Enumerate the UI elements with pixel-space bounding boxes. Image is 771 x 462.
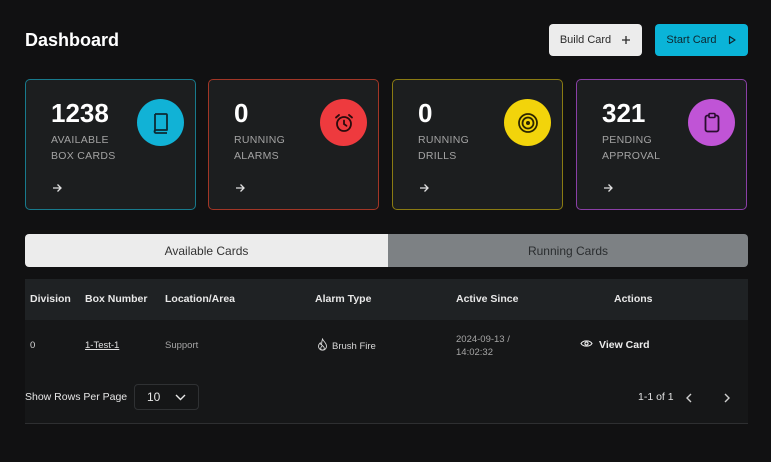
alarm-clock-icon: [320, 99, 367, 146]
stat-label-line2: APPROVAL: [602, 150, 661, 162]
flame-icon: [317, 337, 328, 354]
cell-active-since: 2024-09-13 / 14:02:32: [456, 333, 510, 359]
build-card-label: Build Card: [559, 34, 612, 46]
stat-card-available-box-cards[interactable]: 1238 AVAILABLE BOX CARDS: [25, 79, 196, 210]
stat-count: 0: [234, 98, 249, 128]
alarm-type-label: Brush Fire: [332, 340, 376, 352]
book-icon: [137, 99, 184, 146]
rows-per-page-label: Show Rows Per Page: [25, 391, 128, 403]
tab-running-cards[interactable]: Running Cards: [388, 234, 748, 267]
column-header-actions: Actions: [614, 293, 653, 305]
page-title: Dashboard: [25, 30, 120, 50]
plus-icon: [621, 35, 631, 45]
arrow-right-icon[interactable]: [418, 181, 430, 193]
stat-label-line2: DRILLS: [418, 150, 457, 162]
clipboard-icon: [688, 99, 735, 146]
column-header-location[interactable]: Location/Area: [165, 293, 235, 305]
stat-label-line2: ALARMS: [234, 150, 279, 162]
stat-label-line1: RUNNING: [234, 134, 286, 146]
build-card-button[interactable]: Build Card: [549, 24, 642, 56]
cell-division: 0: [30, 340, 36, 351]
stat-card-running-alarms[interactable]: 0 RUNNING ALARMS: [208, 79, 379, 210]
card-tabs: Available Cards Running Cards: [25, 234, 748, 267]
chevron-right-icon[interactable]: [721, 391, 733, 403]
stat-count: 0: [418, 98, 433, 128]
table-body: 0 1-Test-1 Support Brush Fire 2024-09-13…: [25, 320, 748, 424]
page-info: 1-1 of 1: [638, 391, 674, 403]
eye-icon: [580, 339, 593, 351]
cell-box-number-link[interactable]: 1-Test-1: [85, 340, 119, 351]
table-header: Division Box Number Location/Area Alarm …: [25, 279, 748, 320]
view-card-label: View Card: [599, 339, 650, 351]
active-since-date: 2024-09-13 /: [456, 334, 510, 345]
cell-alarm-type: Brush Fire: [317, 337, 376, 354]
stat-count: 1238: [51, 98, 109, 128]
column-header-division[interactable]: Division: [30, 293, 71, 305]
start-card-button[interactable]: Start Card: [655, 24, 748, 56]
tab-available-cards[interactable]: Available Cards: [25, 234, 388, 267]
column-header-alarm-type[interactable]: Alarm Type: [315, 293, 371, 305]
rows-per-page-select[interactable]: 10: [134, 384, 199, 410]
arrow-right-icon[interactable]: [51, 181, 63, 193]
stat-label-line1: RUNNING: [418, 134, 470, 146]
stat-label: RUNNING ALARMS: [234, 132, 324, 164]
cell-location: Support: [165, 340, 199, 351]
stat-card-pending-approval[interactable]: 321 PENDING APPROVAL: [576, 79, 747, 210]
chevron-down-icon: [175, 390, 186, 404]
column-header-box-number[interactable]: Box Number: [85, 293, 147, 305]
dashboard-page: Dashboard Build Card Start Card 1238 AVA…: [0, 0, 771, 462]
stat-label: RUNNING DRILLS: [418, 132, 508, 164]
stat-label-line1: PENDING: [602, 134, 652, 146]
active-since-time: 14:02:32: [456, 347, 493, 358]
stat-label-line1: AVAILABLE: [51, 134, 109, 146]
view-card-button[interactable]: View Card: [580, 339, 650, 351]
target-icon: [504, 99, 551, 146]
start-card-label: Start Card: [666, 34, 717, 46]
stat-label: PENDING APPROVAL: [602, 132, 692, 164]
stat-label: AVAILABLE BOX CARDS: [51, 132, 141, 164]
rows-per-page-value: 10: [147, 390, 161, 404]
arrow-right-icon[interactable]: [602, 181, 614, 193]
stat-label-line2: BOX CARDS: [51, 150, 116, 162]
arrow-right-icon[interactable]: [234, 181, 246, 193]
chevron-left-icon[interactable]: [683, 391, 695, 403]
stat-count: 321: [602, 98, 646, 128]
stat-card-running-drills[interactable]: 0 RUNNING DRILLS: [392, 79, 563, 210]
column-header-active-since[interactable]: Active Since: [456, 293, 518, 305]
play-icon: [727, 35, 737, 45]
